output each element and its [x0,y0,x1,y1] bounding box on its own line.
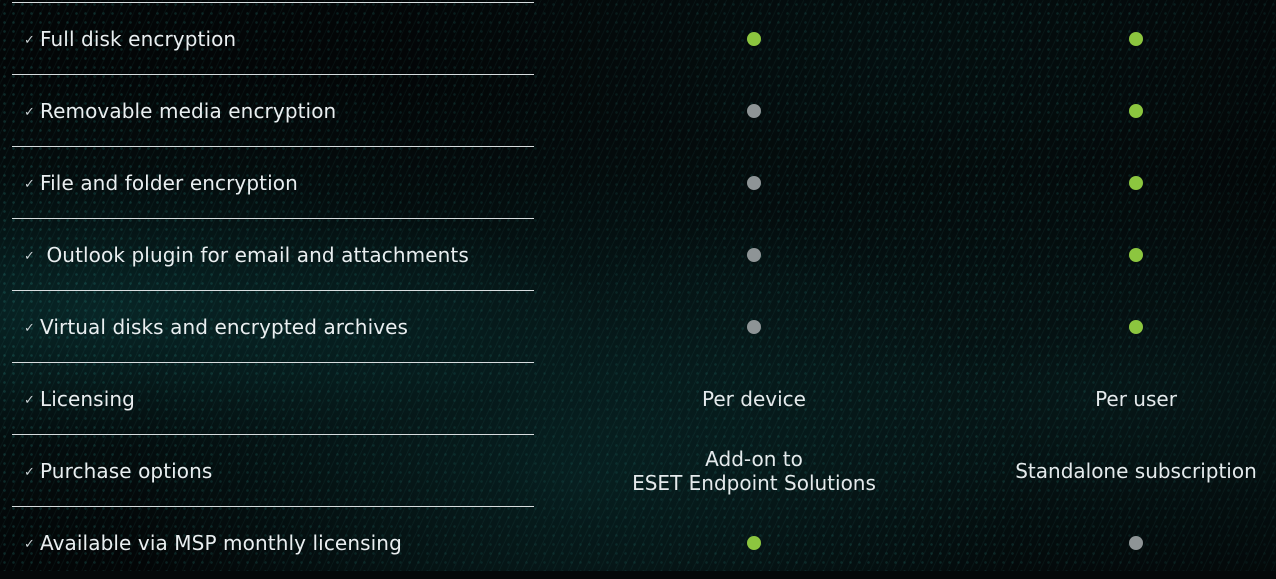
included-dot-icon [1129,32,1143,46]
included-dot-icon [1129,176,1143,190]
not-included-dot-icon [747,248,761,262]
feature-comparison-table: ✓ Full disk encryption ✓ Removable media en… [0,0,1276,571]
table-row: ✓ Available via MSP monthly licensing [0,507,1276,579]
checkmark-icon: ✓ [24,104,35,120]
feature-label: ✓ Virtual disks and encrypted archives [24,291,408,363]
cell-value: Add-on to ESET Endpoint Solutions [632,447,876,495]
feature-label: ✓ Licensing [24,363,135,435]
cell-value: Standalone subscription [1015,459,1257,483]
feature-text: Removable media encryption [40,99,337,123]
checkmark-icon: ✓ [24,32,35,48]
device-column-cell: Per device [574,363,934,435]
included-dot-icon [747,32,761,46]
feature-text: Virtual disks and encrypted archives [40,315,409,339]
user-column-cell [956,291,1276,363]
not-included-dot-icon [747,104,761,118]
cell-value-line: Per device [702,387,806,411]
feature-label: ✓ File and folder encryption [24,147,298,219]
feature-label: ✓ Removable media encryption [24,75,336,147]
not-included-dot-icon [1129,536,1143,550]
user-column-cell [956,507,1276,579]
included-dot-icon [1129,104,1143,118]
checkmark-icon: ✓ [24,320,35,336]
user-column-cell: Per user [956,363,1276,435]
feature-text: Available via MSP monthly licensing [40,531,402,555]
device-column-cell [574,507,934,579]
device-column-cell [574,3,934,75]
device-column-cell [574,291,934,363]
table-row: ✓ File and folder encryption [0,147,1276,219]
cell-value-line: ESET Endpoint Solutions [632,471,876,495]
device-column-cell [574,147,934,219]
feature-text: Purchase options [40,459,213,483]
included-dot-icon [1129,248,1143,262]
cell-value-line: Add-on to [705,447,803,471]
cell-value-line: Standalone subscription [1015,459,1257,483]
included-dot-icon [1129,320,1143,334]
feature-label: ✓ Full disk encryption [24,3,236,75]
included-dot-icon [747,536,761,550]
checkmark-icon: ✓ [24,536,35,552]
table-row: ✓ Virtual disks and encrypted archives [0,291,1276,363]
user-column-cell: Standalone subscription [956,435,1276,507]
device-column-cell [574,219,934,291]
table-row: ✓ Outlook plugin for email and attachmen… [0,219,1276,291]
feature-label: ✓ Outlook plugin for email and attachmen… [24,219,469,291]
checkmark-icon: ✓ [24,248,35,264]
device-column-cell [574,75,934,147]
device-column-cell: Add-on to ESET Endpoint Solutions [574,435,934,507]
table-row: ✓ Full disk encryption [0,3,1276,75]
feature-text: Full disk encryption [40,27,237,51]
cell-value: Per user [1095,387,1177,411]
cell-value: Per device [702,387,806,411]
feature-label: ✓ Available via MSP monthly licensing [24,507,402,579]
table-row: ✓ Licensing Per device Per user [0,363,1276,435]
checkmark-icon: ✓ [24,176,35,192]
table-row: ✓ Purchase options Add-on to ESET Endpoint … [0,435,1276,507]
user-column-cell [956,75,1276,147]
feature-text: Licensing [40,387,135,411]
cell-value-line: Per user [1095,387,1177,411]
user-column-cell [956,147,1276,219]
user-column-cell [956,3,1276,75]
checkmark-icon: ✓ [24,464,35,480]
feature-text: Outlook plugin for email and attachments [40,243,469,267]
not-included-dot-icon [747,176,761,190]
feature-text: File and folder encryption [40,171,298,195]
not-included-dot-icon [747,320,761,334]
feature-label: ✓ Purchase options [24,435,212,507]
checkmark-icon: ✓ [24,392,35,408]
user-column-cell [956,219,1276,291]
table-row: ✓ Removable media encryption [0,75,1276,147]
